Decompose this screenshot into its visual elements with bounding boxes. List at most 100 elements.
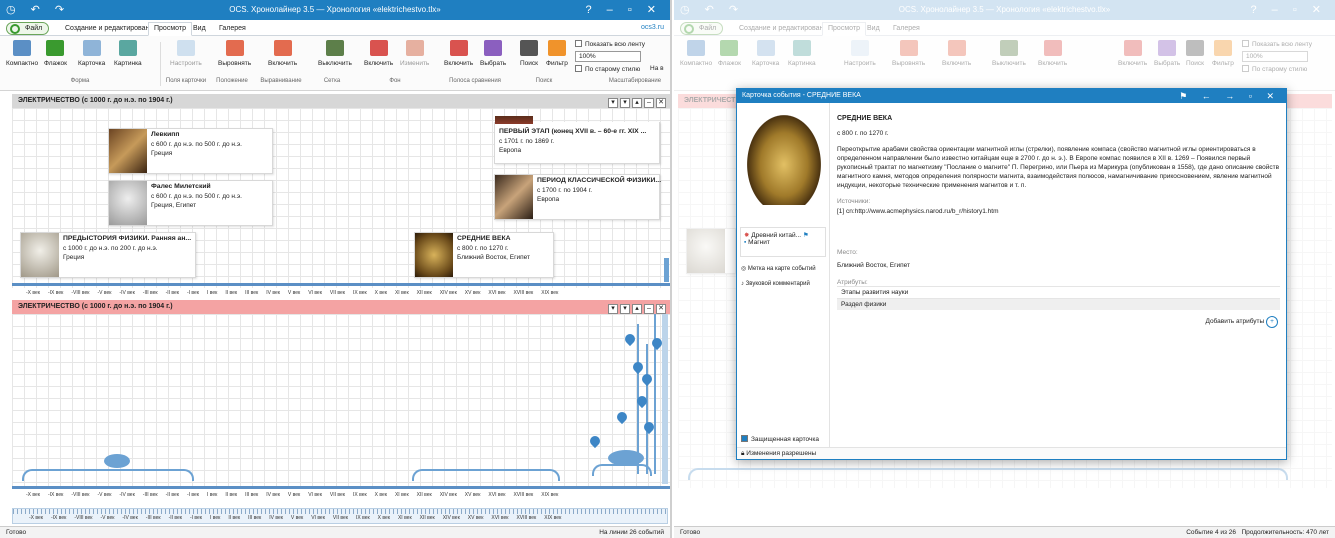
event-heading: СРЕДНИЕ ВЕКА [837,115,893,122]
band-1-timeline-bar [12,283,670,286]
event-card-dialog: Карточка события - СРЕДНИЕ ВЕКА ⚑ ← → ▫ … [736,88,1287,460]
tag-item[interactable]: ✸ Древний китай... ⚑ [744,231,822,239]
group-label-comparison: Полоса сравнения [449,78,501,84]
group-label-search: Поиск [535,78,553,84]
band-scrollbar[interactable] [664,258,669,282]
event-pin[interactable] [630,359,646,375]
background-change-button[interactable]: Изменить [400,40,429,67]
flag-button[interactable]: Флажок [44,40,67,67]
compass-image [415,233,453,277]
tab-create-edit[interactable]: Создание и редактирование [60,23,162,36]
microphone-icon: ♪ [741,281,744,287]
event-pin[interactable] [614,409,630,425]
band-flag-icon[interactable]: ▾ [608,304,618,314]
grid-icon [325,40,344,56]
source-link[interactable]: [1] cn:http://www.acmephysics.narod.ru/b… [837,208,1280,215]
compare-on-button[interactable]: Включить [444,40,473,67]
tags-box[interactable]: ✸ Древний китай... ⚑ ▪ Магнит [740,227,826,257]
band-2-timeline-bar [12,486,670,489]
tag-item[interactable]: ▪ Магнит [744,239,822,246]
band-down-icon[interactable]: ▾ [620,304,630,314]
file-tab[interactable]: Файл [6,22,50,35]
tab-view[interactable]: Просмотр [148,22,192,36]
period-bracket[interactable] [412,469,560,481]
event-card[interactable]: ПРЕДЫСТОРИЯ ФИЗИКИ. Ранняя ан... с 1000 … [20,232,196,278]
event-card[interactable]: ПЕРИОД КЛАССИЧЕСКОЙ ФИЗИКИ... с 1700 г. … [494,174,661,220]
compass-image [747,115,821,205]
band-close-icon[interactable]: ✕ [656,98,666,108]
timeline-band-2[interactable] [12,314,670,486]
group-label-form: Форма [70,78,90,84]
band-minimize-icon[interactable]: – [644,98,654,108]
map-mark-link[interactable]: ◎ Метка на карте событий [741,265,816,272]
band-header-1[interactable]: ЭЛЕКТРИЧЕСТВО (с 1000 г. до н.э. по 1904… [12,94,670,108]
zoom-select[interactable]: 100% [575,51,641,62]
configure-button[interactable]: Настроить [170,40,202,67]
event-pin[interactable] [622,331,638,347]
protected-checkbox[interactable] [741,435,748,442]
dialog-title-bar: Карточка события - СРЕДНИЕ ВЕКА ⚑ ← → ▫ … [737,89,1286,103]
show-all-option[interactable]: Показать всю ленту [575,40,645,48]
attribute-row[interactable]: Этапы развития науки [837,286,1280,298]
timeline-band-1[interactable]: Левкипп с 600 г. до н.э. по 500 г. до н.… [12,108,670,288]
protected-card-option[interactable]: Защищенная карточка [741,435,819,443]
grid-off-button[interactable]: Выключить [318,40,352,67]
band-controls[interactable]: ▾ ▾ ▴ – ✕ [606,96,666,108]
search-button[interactable]: Поиск [520,40,538,67]
tag-flag-icon: ⚑ [802,232,809,239]
group-label-background: Фон [389,78,401,84]
period-bracket[interactable] [22,469,194,481]
event-pin[interactable] [587,433,603,449]
sources-label: Источники: [837,198,871,205]
band-minimize-icon[interactable]: – [644,304,654,314]
on-all-option[interactable]: На в [650,65,664,72]
magnet-icon: ▪ [744,239,747,246]
picture-button[interactable]: Картинка [114,40,142,67]
tab-gallery[interactable]: Галерея [214,23,251,36]
overview-ruler[interactable]: -X век -IX век -VIII век -V век -IV век -III … [12,508,668,524]
pin-stem [646,344,648,474]
band-close-icon[interactable]: ✕ [656,304,666,314]
compact-button[interactable]: Компактно [6,40,38,67]
event-card[interactable]: СРЕДНИЕ ВЕКА с 800 г. по 1270 г. Ближний… [414,232,554,278]
grid-align-on-button[interactable]: Включить [268,40,297,67]
place-label: Место: [837,249,858,256]
compare-icon [449,40,468,56]
show-all-checkbox[interactable] [575,40,582,47]
band-scrollbar[interactable] [662,314,668,484]
group-label-alignment: Выравнивание [260,78,302,84]
background-on-button[interactable]: Включить [364,40,393,67]
compare-select-button[interactable]: Выбрать [480,40,506,67]
old-style-checkbox[interactable] [575,65,582,72]
attribute-row[interactable]: Раздел физики [837,298,1280,310]
tab-appearance[interactable]: Вид [188,23,211,36]
band-header-2[interactable]: ЭЛЕКТРИЧЕСТВО (с 1000 г. до н.э. по 1904… [12,300,670,314]
event-card[interactable]: ПЕРВЫЙ ЭТАП (конец XVII в. – 60-е гг. XI… [494,116,660,164]
event-card[interactable]: Фалес Милетский с 600 г. до н.э. по 500 … [108,180,273,226]
painting-image [495,116,533,124]
event-pin[interactable] [639,371,655,387]
card-button[interactable]: Карточка [78,40,105,67]
band-down-icon[interactable]: ▾ [620,98,630,108]
status-bar: Готово На линии 26 событий [0,526,670,538]
filter-icon [547,40,566,56]
dialog-controls[interactable]: ⚑ ← → ▫ ✕ [1179,89,1280,103]
card-icon [82,40,101,56]
time-axis-1: -X век -IX век -VIII век -V век -IV век -III … [26,290,559,296]
band-up-icon[interactable]: ▴ [632,98,642,108]
band-up-icon[interactable]: ▴ [632,304,642,314]
add-attributes-button[interactable]: Добавить атрибуты + [837,316,1280,328]
band-controls[interactable]: ▾ ▾ ▴ – ✕ [606,302,666,314]
bust-image [21,233,59,277]
audio-comment-link[interactable]: ♪ Звуковой комментарий [741,281,810,287]
band-flag-icon[interactable]: ▾ [608,98,618,108]
title-bar: ◷ ↶ ↷ OCS. Хронолайнер 3.5 — Хронология … [0,0,670,20]
align-grid-icon [273,40,292,56]
site-link[interactable]: ocs3.ru [641,24,664,31]
period-cluster[interactable] [104,454,130,468]
filter-button[interactable]: Фильтр [546,40,568,67]
old-style-option[interactable]: По старому стилю [575,65,640,73]
window-controls[interactable]: ? – ▫ ✕ [585,3,662,16]
align-button[interactable]: Выровнять [218,40,251,67]
event-card[interactable]: Левкипп с 600 г. до н.э. по 500 г. до н.… [108,128,273,174]
